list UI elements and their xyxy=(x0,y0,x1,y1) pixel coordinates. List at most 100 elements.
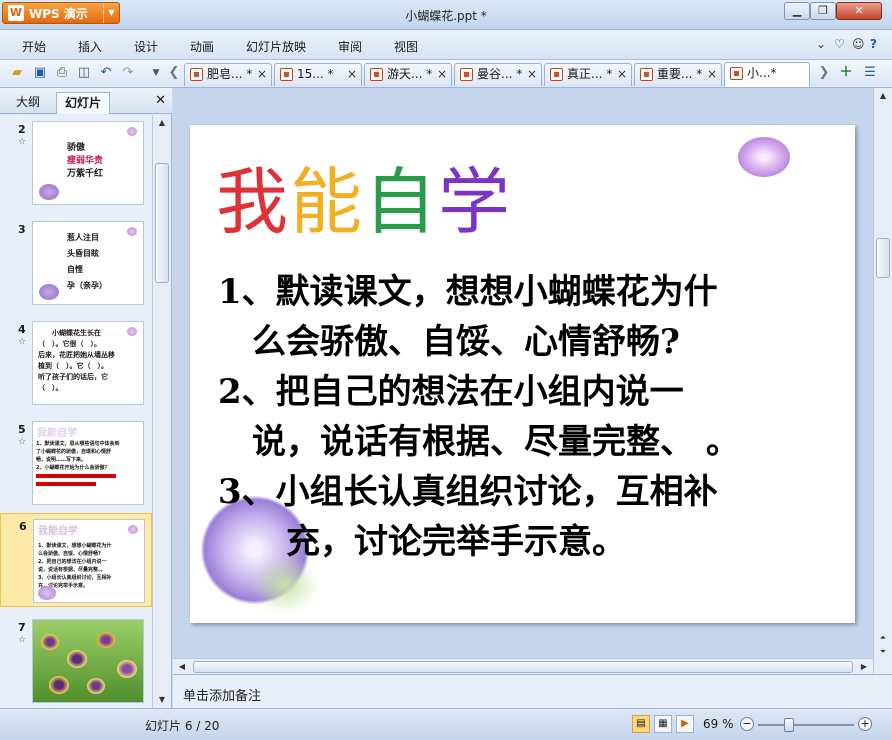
flower-icon xyxy=(39,184,59,200)
menu-review[interactable]: 审阅 xyxy=(338,38,362,55)
scroll-up-icon[interactable]: ▲ xyxy=(874,88,892,104)
doc-tab[interactable]: 重要... * × xyxy=(634,63,722,86)
thumbnail-slide: 小蝴蝶花生长在 （ ）。它很（ ）。 后来，花匠把她从墙丛移 植到（ ）。它（ … xyxy=(32,321,144,405)
thumbnail-slide: 我能自学 1、默读课文，思从哪些语句中体会到 了小蝴蝶花的骄傲，自堪和心情舒 畅… xyxy=(32,421,144,505)
flower-icon xyxy=(127,327,137,336)
notes-placeholder: 单击添加备注 xyxy=(183,689,262,704)
ribbon-menu-bar: 开始 插入 设计 动画 幻灯片放映 审阅 视图 ⌄ ♡ ☺ ? xyxy=(0,30,892,60)
animation-star-icon: ☆ xyxy=(18,337,27,347)
flower-icon xyxy=(127,227,137,236)
zoom-slider[interactable] xyxy=(758,724,854,726)
red-text-line xyxy=(36,474,116,478)
slides-panel: 大纲 幻灯片 ✕ 2 ☆ 骄傲 瘦弱华贵 万紫千红 3 惹人注目 头昏目眩 自悭… xyxy=(0,88,172,708)
skin-icon[interactable]: ♡ xyxy=(834,37,845,51)
ppt-file-icon xyxy=(550,68,563,81)
menu-insert[interactable]: 插入 xyxy=(78,38,102,55)
minimize-button[interactable]: ▁ xyxy=(784,2,810,20)
slide-thumbnail[interactable]: 5 ☆ 我能自学 1、默读课文，思从哪些语句中体会到 了小蝴蝶花的骄傲，自堪和心… xyxy=(0,417,152,509)
undo-icon[interactable]: ↶ xyxy=(98,65,114,81)
doc-tab[interactable]: 游天... * × xyxy=(364,63,452,86)
slide-horizontal-scrollbar[interactable]: ◀ ▶ xyxy=(173,658,873,674)
close-icon[interactable]: × xyxy=(527,64,537,85)
doc-tab[interactable]: 真正... * × xyxy=(544,63,632,86)
tab-scroll-left-icon[interactable]: ❮ xyxy=(166,65,182,81)
title-char: 能 xyxy=(290,160,365,244)
help-icon[interactable]: ? xyxy=(870,37,877,51)
body-line: 3、小组长认真组织讨论，互相补 xyxy=(218,472,718,512)
ppt-file-icon xyxy=(730,67,743,80)
tab-list-icon[interactable]: ☰ xyxy=(862,65,878,81)
doc-tab[interactable]: 15... * × xyxy=(274,63,362,86)
thumbnail-slide: 骄傲 瘦弱华贵 万紫千红 xyxy=(32,121,144,205)
ppt-file-icon xyxy=(460,68,473,81)
slideshow-icon[interactable]: ▶ xyxy=(676,715,694,733)
menu-view[interactable]: 视图 xyxy=(394,38,418,55)
slide-sorter-icon[interactable]: ▦ xyxy=(654,715,672,733)
ppt-file-icon xyxy=(370,68,383,81)
slide-thumbnail-selected[interactable]: 6 我能自学 1、默读课文，想想小蝴蝶花为什 么会骄傲、自馁、心情舒畅? 2、把… xyxy=(0,513,152,607)
menu-animation[interactable]: 动画 xyxy=(190,38,214,55)
chevron-down-icon[interactable]: ▼ xyxy=(148,65,164,81)
open-icon[interactable]: ▰ xyxy=(9,65,25,81)
print-preview-icon[interactable]: ◫ xyxy=(76,65,92,81)
thumbnail-slide: 我能自学 1、默读课文，想想小蝴蝶花为什 么会骄傲、自馁、心情舒畅? 2、把自己… xyxy=(33,519,145,603)
scroll-left-icon[interactable]: ◀ xyxy=(173,659,191,675)
new-tab-icon[interactable]: ＋ xyxy=(838,65,854,81)
close-icon[interactable]: × xyxy=(347,64,357,85)
menu-design[interactable]: 设计 xyxy=(134,38,158,55)
slide-thumbnail[interactable]: 4 ☆ 小蝴蝶花生长在 （ ）。它很（ ）。 后来，花匠把她从墙丛移 植到（ ）… xyxy=(0,317,152,409)
close-icon[interactable]: × xyxy=(437,64,447,85)
title-char: 自 xyxy=(364,160,439,244)
slide-vertical-scrollbar[interactable]: ▲ ⏶ ⏷ xyxy=(873,88,892,674)
scroll-down-icon[interactable]: ▼ xyxy=(153,692,171,708)
menu-slideshow[interactable]: 幻灯片放映 xyxy=(246,38,306,55)
close-icon[interactable]: × xyxy=(707,64,717,85)
flower-icon xyxy=(127,127,137,136)
scrollbar-thumb[interactable] xyxy=(155,163,169,283)
tab-outline[interactable]: 大纲 xyxy=(8,92,48,114)
menu-home[interactable]: 开始 xyxy=(22,38,46,55)
maximize-button[interactable]: ❐ xyxy=(810,2,836,20)
save-icon[interactable]: ▣ xyxy=(32,65,48,81)
zoom-in-icon[interactable]: + xyxy=(858,717,872,731)
scrollbar-thumb[interactable] xyxy=(876,238,890,278)
body-line: 说，说话有根据、尽量完整、 。 xyxy=(218,422,740,462)
window-title: 小蝴蝶花.ppt * xyxy=(405,9,487,23)
doc-tab[interactable]: 肥皂... * × xyxy=(184,63,272,86)
zoom-slider-handle[interactable] xyxy=(784,718,794,732)
red-text-line xyxy=(36,482,96,486)
tab-scroll-right-icon[interactable]: ❯ xyxy=(816,65,832,81)
tab-slides[interactable]: 幻灯片 xyxy=(56,92,111,114)
redo-icon[interactable]: ↷ xyxy=(120,65,136,81)
scroll-right-icon[interactable]: ▶ xyxy=(855,659,873,675)
slide-title[interactable]: 我能自学 xyxy=(216,143,512,248)
normal-view-icon[interactable]: ▤ xyxy=(632,715,650,733)
zoom-level: 69 % xyxy=(703,717,734,731)
close-button[interactable]: ✕ xyxy=(836,2,882,20)
notes-pane[interactable]: 单击添加备注 xyxy=(173,674,892,708)
animation-star-icon: ☆ xyxy=(18,635,27,645)
doc-tab-active[interactable]: 小...* xyxy=(724,62,810,87)
slide-thumbnail[interactable]: 3 惹人注目 头昏目眩 自悭 孕（亲孕） xyxy=(0,217,152,309)
ppt-file-icon xyxy=(640,68,653,81)
print-icon[interactable]: ⎙ xyxy=(54,65,70,81)
close-icon[interactable]: ✕ xyxy=(155,93,166,108)
current-slide[interactable]: 我能自学 1、默读课文，想想小蝴蝶花为什 么会骄傲、自馁、心情舒畅? 2、把自己… xyxy=(190,125,855,623)
next-slide-icon[interactable]: ⏷ xyxy=(874,644,892,660)
slide-body-text[interactable]: 1、默读课文，想想小蝴蝶花为什 么会骄傲、自馁、心情舒畅? 2、把自己的想法在小… xyxy=(218,267,740,567)
body-line: 充，讨论完举手示意。 xyxy=(218,522,626,562)
slide-thumbnail[interactable]: 7 ☆ xyxy=(0,615,152,707)
zoom-out-icon[interactable]: − xyxy=(740,717,754,731)
quick-toolbar: ▰ ▣ ⎙ ◫ ↶ ↷ ▼ ❮ 肥皂... * × 15... * × 游天... … xyxy=(0,60,892,88)
title-char: 学 xyxy=(438,160,513,244)
close-icon[interactable]: × xyxy=(257,64,267,85)
panel-tabs: 大纲 幻灯片 ✕ xyxy=(0,88,172,114)
scrollbar-thumb[interactable] xyxy=(193,661,853,673)
close-icon[interactable]: × xyxy=(617,64,627,85)
slide-thumbnail[interactable]: 2 ☆ 骄傲 瘦弱华贵 万紫千红 xyxy=(0,117,152,209)
scroll-up-icon[interactable]: ▲ xyxy=(153,115,171,131)
user-icon[interactable]: ☺ xyxy=(852,37,865,51)
chevron-down-icon[interactable]: ⌄ xyxy=(816,37,826,51)
thumbnail-scrollbar[interactable]: ▲ ▼ xyxy=(152,115,171,708)
doc-tab[interactable]: 曼谷... * × xyxy=(454,63,542,86)
